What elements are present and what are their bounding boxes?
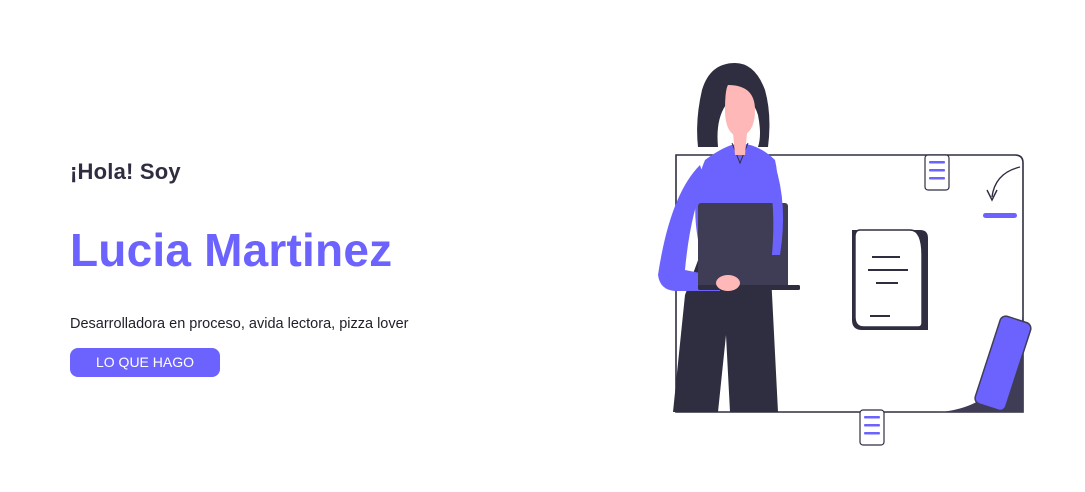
what-i-do-button[interactable]: LO QUE HAGO: [70, 348, 220, 377]
woman-with-laptop-illustration: [658, 63, 1032, 446]
hero-tagline: Desarrolladora en proceso, avida lectora…: [70, 316, 409, 332]
accent-bar: [983, 213, 1017, 218]
content-card: [852, 229, 928, 330]
hero-section: ¡Hola! Soy Lucia Martinez Desarrolladora…: [0, 0, 1085, 492]
hero-name: Lucia Martinez: [70, 224, 393, 276]
document-icon: [859, 409, 885, 446]
greeting-text: ¡Hola! Soy: [70, 159, 181, 184]
document-icon: [924, 154, 950, 191]
hero-text: ¡Hola! Soy Lucia Martinez Desarrolladora…: [70, 150, 490, 377]
